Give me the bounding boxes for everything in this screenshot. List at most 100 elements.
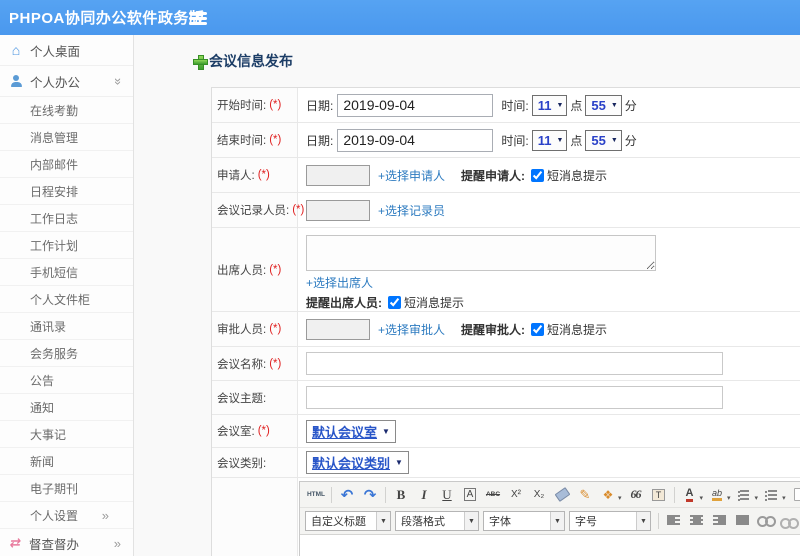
html-source-icon[interactable] (305, 485, 327, 505)
user-icon (9, 75, 23, 87)
dropdown-arrow-icon[interactable] (464, 512, 478, 530)
toolbar-separator (658, 513, 659, 529)
start-minute-select[interactable]: 55 (585, 94, 622, 116)
start-hour-select[interactable]: 11 (531, 94, 568, 116)
highlight-color-icon[interactable] (706, 485, 728, 505)
meeting-subject-input[interactable] (306, 386, 723, 409)
recorder-input[interactable] (306, 199, 370, 221)
applicant-sms-checkbox[interactable] (531, 168, 545, 182)
underline-icon[interactable] (436, 485, 458, 505)
field-label: 结束时间: (217, 135, 267, 147)
align-left-icon[interactable] (663, 511, 685, 531)
align-justify-icon[interactable] (732, 511, 754, 531)
attendees-sms-checkbox[interactable] (388, 296, 401, 309)
meeting-name-input[interactable] (306, 352, 723, 375)
select-attendees-link[interactable]: +选择出席人 (306, 274, 373, 291)
sidebar-item-label: 在线考勤 (30, 103, 79, 118)
unlink-icon[interactable] (778, 511, 800, 531)
end-hour-select[interactable]: 11 (531, 129, 568, 151)
align-center-icon[interactable] (686, 511, 708, 531)
sidebar-item-major-events[interactable]: 大事记 (0, 421, 133, 448)
sidebar-item-label: 新闻 (30, 454, 55, 469)
sidebar-item-e-journal[interactable]: 电子期刊 (0, 475, 133, 502)
font-size-box-icon[interactable] (459, 485, 481, 505)
custom-title-select[interactable]: 自定义标题 (305, 511, 391, 531)
sidebar-item-desktop[interactable]: 个人桌面 (0, 35, 133, 66)
strikethrough-icon[interactable] (482, 485, 504, 505)
font-size-select[interactable]: 字号 (569, 511, 651, 531)
sidebar-item-messages[interactable]: 消息管理 (0, 124, 133, 151)
attendees-textarea[interactable] (306, 235, 656, 271)
sidebar-item-attendance[interactable]: 在线考勤 (0, 97, 133, 124)
meeting-category-select[interactable]: 默认会议类别 (306, 451, 409, 474)
paragraph-format-select[interactable]: 段落格式 (395, 511, 479, 531)
sidebar-item-news[interactable]: 新闻 (0, 448, 133, 475)
approver-sms-checkbox[interactable] (531, 322, 545, 336)
sidebar-item-label: 督查督办 (29, 537, 80, 552)
sidebar-item-schedule[interactable]: 日程安排 (0, 178, 133, 205)
form-row-start-time: 开始时间:(*) 日期: 时间: 11 点 55 分 (212, 88, 800, 123)
sidebar-item-office[interactable]: 个人办公 (0, 66, 133, 97)
dropdown-arrow-icon[interactable] (636, 512, 650, 530)
sidebar-item-work-plan[interactable]: 工作计划 (0, 232, 133, 259)
select-recorder-link[interactable]: +选择记录员 (378, 202, 445, 219)
bold-icon[interactable] (390, 485, 412, 505)
approver-input[interactable] (306, 318, 370, 340)
sidebar-item-announcements[interactable]: 公告 (0, 367, 133, 394)
app-title: PHPOA协同办公软件政务版 (9, 10, 205, 27)
sidebar-item-notices[interactable]: 通知 (0, 394, 133, 421)
sidebar-item-contacts[interactable]: 通讯录 (0, 313, 133, 340)
editor-content-area[interactable] (300, 534, 800, 556)
sidebar-item-label: 个人文件柜 (30, 292, 91, 307)
eraser-icon[interactable] (551, 485, 573, 505)
superscript-icon[interactable] (505, 485, 527, 505)
sidebar-item-label: 消息管理 (30, 130, 79, 145)
link-icon[interactable] (755, 511, 777, 531)
blockquote-icon[interactable] (625, 485, 647, 505)
redo-icon[interactable] (359, 485, 381, 505)
meeting-room-select[interactable]: 默认会议室 (306, 419, 396, 443)
topbar: PHPOA协同办公软件政务版 (0, 0, 800, 35)
sidebar-item-personal-settings[interactable]: 个人设置 (0, 502, 133, 529)
applicant-input[interactable] (306, 164, 370, 186)
unordered-list-icon[interactable] (761, 485, 783, 505)
sidebar-item-internal-mail[interactable]: 内部邮件 (0, 151, 133, 178)
new-page-icon[interactable] (789, 485, 800, 505)
select-applicant-link[interactable]: +选择申请人 (378, 167, 445, 184)
form-row-recorder: 会议记录人员: (*) +选择记录员 (212, 193, 800, 228)
end-minute-select[interactable]: 55 (585, 129, 622, 151)
remind-attendees-label: 提醒出席人员: (306, 296, 382, 310)
undo-icon[interactable] (336, 485, 358, 505)
dropdown-arrow-icon[interactable] (550, 512, 564, 530)
date-label: 日期: (306, 98, 334, 113)
sidebar-item-file-cabinet[interactable]: 个人文件柜 (0, 286, 133, 313)
format-painter-icon[interactable] (597, 485, 619, 505)
sidebar-item-label: 大事记 (30, 427, 67, 442)
sidebar-item-label: 通知 (30, 400, 55, 415)
minute-unit: 分 (624, 98, 637, 113)
select-approver-link[interactable]: +选择审批人 (378, 321, 445, 338)
clear-format-brush-icon[interactable] (574, 485, 596, 505)
double-chevron-down-icon (115, 74, 122, 89)
subscript-icon[interactable] (528, 485, 550, 505)
remind-applicant-label: 提醒申请人: (461, 168, 526, 183)
sidebar-item-meeting-services[interactable]: 会务服务 (0, 340, 133, 367)
shuffle-icon (8, 535, 23, 551)
minute-unit: 分 (624, 133, 637, 148)
align-right-icon[interactable] (709, 511, 731, 531)
start-date-input[interactable] (337, 93, 494, 117)
sidebar-item-supervision[interactable]: 督查督办 (0, 529, 133, 556)
dropdown-arrow-icon[interactable] (376, 512, 390, 530)
italic-icon[interactable] (413, 485, 435, 505)
font-color-icon[interactable] (679, 485, 701, 505)
sidebar-item-sms[interactable]: 手机短信 (0, 259, 133, 286)
sidebar-item-work-log[interactable]: 工作日志 (0, 205, 133, 232)
editor-toolbar-row1: ▾ ▾ ▾ ▾ ▾ (300, 482, 800, 508)
main-content: 会议信息发布 开始时间:(*) 日期: 时间: 11 点 55 分 结束时间:(… (134, 35, 800, 556)
ordered-list-icon[interactable] (734, 485, 756, 505)
end-date-input[interactable] (337, 128, 494, 152)
sidebar-item-label: 个人办公 (30, 75, 81, 90)
font-family-select[interactable]: 字体 (483, 511, 565, 531)
hamburger-menu-icon[interactable] (189, 12, 207, 26)
paste-icon[interactable] (648, 485, 670, 505)
